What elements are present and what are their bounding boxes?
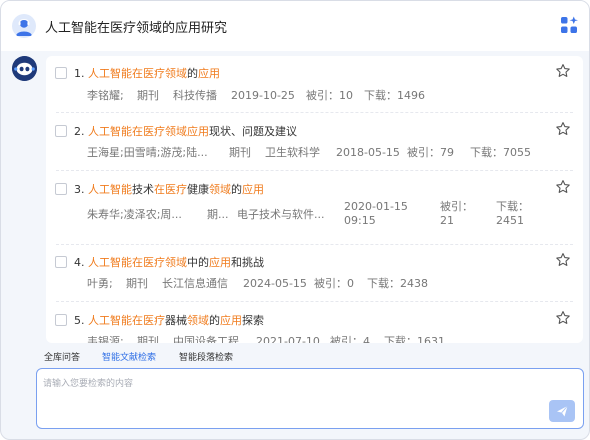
result-authors: 李铭耀; [87, 89, 124, 102]
result-date: 2020-01-15 [344, 200, 408, 213]
title-text: 探索 [242, 314, 264, 327]
result-title[interactable]: 3. 人工智能技术在医疗健康领域的应用 [74, 181, 264, 197]
result-cited: 被引：4 [330, 335, 370, 343]
result-cited-label: 被引： [440, 200, 473, 213]
tab-paragraph-search[interactable]: 智能段落检索 [179, 350, 233, 363]
title-text: 现状、问题及建议 [209, 125, 297, 138]
title-highlight: 人工智能在医疗领域 [88, 256, 187, 269]
result-item[interactable]: 2. 人工智能在医疗领域应用现状、问题及建议 王海星;田雪晴;游茂;陆... 期… [46, 113, 583, 171]
result-index: 1. [74, 67, 85, 80]
result-time: 09:15 [344, 214, 376, 227]
result-source: 电子技术与软件... [237, 208, 325, 221]
title-highlight: 应用 [220, 314, 242, 327]
result-downloads: 下载：1496 [364, 89, 425, 102]
result-type: 期刊 [126, 277, 148, 290]
search-input[interactable] [43, 376, 543, 396]
favorite-star-icon[interactable] [555, 179, 571, 195]
title-text: 和挑战 [231, 256, 264, 269]
result-downloads: 下载：7055 [470, 146, 531, 159]
result-item[interactable]: 1. 人工智能在医疗领域的应用 李铭耀; 期刊 科技传播 2019-10-25 … [46, 56, 583, 113]
result-date: 2024-05-15 [243, 277, 307, 290]
title-highlight: 应用 [242, 183, 264, 196]
favorite-star-icon[interactable] [555, 63, 571, 79]
title-text: 的 [231, 183, 242, 196]
result-downloads: 下载：2438 [367, 277, 428, 290]
title-highlight: 人工智能在医疗领域应用 [88, 125, 209, 138]
result-checkbox[interactable] [55, 183, 67, 195]
title-text: 的 [187, 67, 198, 80]
result-item[interactable]: 5. 人工智能在医疗器械领域的应用探索 韦锡源; 期刊 中国设备工程 2021-… [46, 302, 583, 343]
title-highlight: 领域 [187, 314, 209, 327]
result-cited: 被引：10 [306, 89, 353, 102]
send-button[interactable] [549, 400, 575, 422]
result-source: 中国设备工程 [173, 335, 239, 343]
result-type: 期... [207, 208, 229, 221]
result-checkbox[interactable] [55, 67, 67, 79]
result-index: 3. [74, 183, 85, 196]
favorite-star-icon[interactable] [555, 310, 571, 326]
result-source: 长江信息通信 [162, 277, 228, 290]
result-checkbox[interactable] [55, 125, 67, 137]
result-index: 5. [74, 314, 85, 327]
title-highlight: 人工智能在医疗 [88, 314, 165, 327]
result-type: 期刊 [137, 335, 159, 343]
result-title[interactable]: 1. 人工智能在医疗领域的应用 [74, 65, 220, 81]
result-title[interactable]: 5. 人工智能在医疗器械领域的应用探索 [74, 312, 264, 328]
apps-grid-icon[interactable] [558, 14, 580, 36]
query-input-box [36, 368, 584, 429]
result-authors: 韦锡源; [87, 335, 124, 343]
result-source: 卫生软科学 [265, 146, 320, 159]
result-date: 2021-07-10 [256, 335, 320, 343]
conversation-title: 人工智能在医疗领域的应用研究 [45, 21, 228, 36]
chat-header: 人工智能在医疗领域的应用研究 [1, 1, 589, 51]
title-highlight: 应用 [198, 67, 220, 80]
result-type: 期刊 [229, 146, 251, 159]
favorite-star-icon[interactable] [555, 121, 571, 137]
user-avatar-icon [12, 14, 36, 38]
result-type: 期刊 [137, 89, 159, 102]
search-results-list: 1. 人工智能在医疗领域的应用 李铭耀; 期刊 科技传播 2019-10-25 … [46, 56, 583, 343]
title-highlight: 人工智能 [88, 183, 132, 196]
title-text: 健康 [187, 183, 209, 196]
result-item[interactable]: 3. 人工智能技术在医疗健康领域的应用 朱寿华;凌泽农;周... 期... 电子… [46, 171, 583, 245]
title-highlight: 应用 [209, 256, 231, 269]
assistant-avatar-icon [12, 56, 37, 81]
chat-window: 人工智能在医疗领域的应用研究 1. 人工智能在医疗领域的应用 李铭耀; 期刊 科… [0, 0, 590, 440]
result-item[interactable]: 4. 人工智能在医疗领域中的应用和挑战 叶勇; 期刊 长江信息通信 2024-0… [46, 245, 583, 302]
result-authors: 朱寿华;凌泽农;周... [87, 208, 182, 221]
result-title[interactable]: 2. 人工智能在医疗领域应用现状、问题及建议 [74, 123, 297, 139]
tab-literature-search[interactable]: 智能文献检索 [102, 350, 156, 363]
result-checkbox[interactable] [55, 314, 67, 326]
result-index: 2. [74, 125, 85, 138]
result-date: 2018-05-15 [336, 146, 400, 159]
result-downloads: 下载：1631 [384, 335, 445, 343]
tab-library-qa[interactable]: 全库问答 [44, 350, 80, 363]
result-source: 科技传播 [173, 89, 217, 102]
result-downloads-label: 下载： [496, 200, 529, 213]
title-text: 技术 [132, 183, 154, 196]
result-authors: 叶勇; [87, 277, 113, 290]
result-cited-value: 21 [440, 214, 454, 227]
result-date: 2019-10-25 [231, 89, 295, 102]
title-highlight: 领域 [209, 183, 231, 196]
title-text: 的 [209, 314, 220, 327]
result-authors: 王海星;田雪晴;游茂;陆... [87, 146, 208, 159]
result-cited: 被引：79 [407, 146, 454, 159]
title-text: 器械 [165, 314, 187, 327]
result-index: 4. [74, 256, 85, 269]
title-text: 中的 [187, 256, 209, 269]
favorite-star-icon[interactable] [555, 252, 571, 268]
title-highlight: 在医疗 [154, 183, 187, 196]
result-title[interactable]: 4. 人工智能在医疗领域中的应用和挑战 [74, 254, 264, 270]
result-cited: 被引：0 [314, 277, 354, 290]
send-icon [557, 405, 568, 417]
title-highlight: 人工智能在医疗领域 [88, 67, 187, 80]
result-downloads-value: 2451 [496, 214, 524, 227]
result-checkbox[interactable] [55, 256, 67, 268]
